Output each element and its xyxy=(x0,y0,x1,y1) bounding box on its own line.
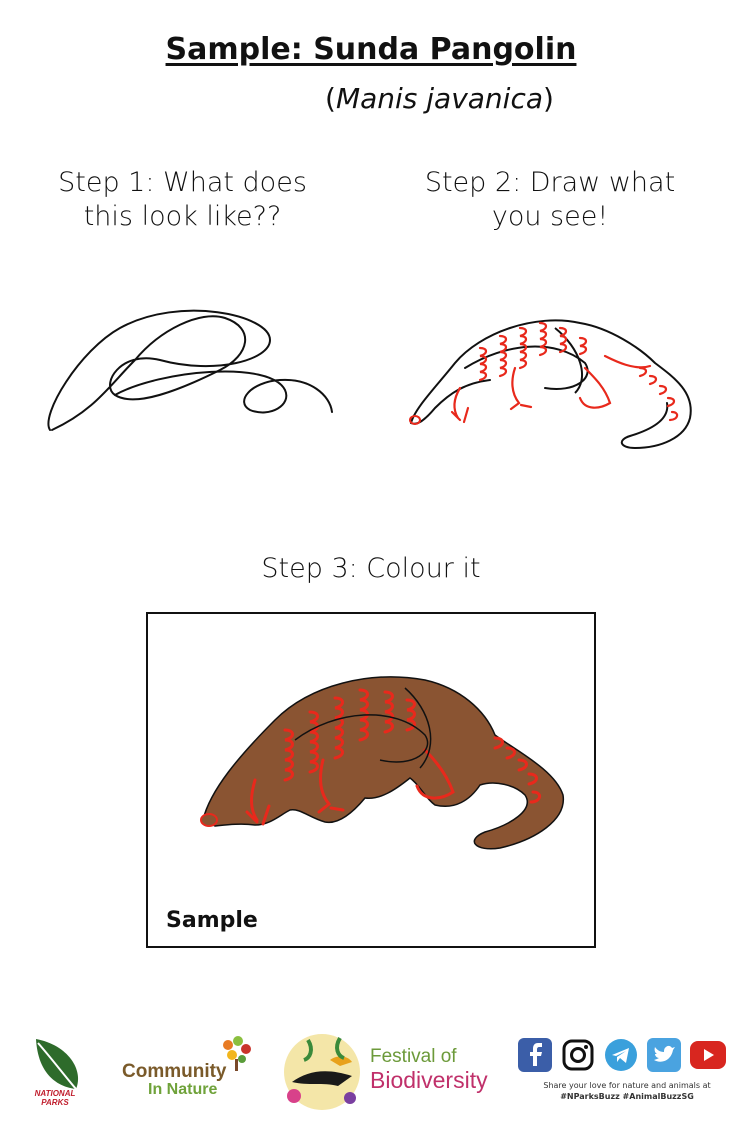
hornbill-icon xyxy=(284,1034,360,1110)
sci-open: ( xyxy=(325,82,336,115)
pangolin-coloured xyxy=(200,676,564,850)
nparks-logo: NATIONAL PARKS xyxy=(28,1035,84,1107)
instagram-icon[interactable] xyxy=(561,1038,595,1072)
youtube-icon[interactable] xyxy=(690,1038,726,1072)
scribble-drawing xyxy=(47,309,333,431)
social-icons xyxy=(518,1038,728,1074)
share-text: Share your love for nature and animals a… xyxy=(543,1081,711,1090)
scientific-name: (Manis javanica) xyxy=(325,82,554,115)
step3-label: Step 3: Colour it xyxy=(261,553,481,584)
leaf-icon xyxy=(36,1039,79,1090)
step2-label: Step 2: Draw what you see! xyxy=(424,167,676,232)
community-line2: In Nature xyxy=(148,1081,218,1098)
sci-close: ) xyxy=(543,82,554,115)
sample-label: Sample xyxy=(166,908,258,933)
festival-logo: Festival of Biodiversity xyxy=(278,1030,508,1115)
festival-line1: Festival of xyxy=(370,1046,457,1067)
twitter-icon[interactable] xyxy=(647,1038,681,1072)
sci-name-text: Manis javanica xyxy=(335,82,544,115)
community-in-nature-logo: Community In Nature xyxy=(120,1035,260,1100)
step1-label: Step 1: What does this look like?? xyxy=(58,167,307,232)
pangolin-lineart xyxy=(409,319,692,450)
page-title: Sample: Sunda Pangolin xyxy=(165,32,577,67)
facebook-icon[interactable] xyxy=(518,1038,552,1072)
hashtags: #NParksBuzz #AnimalBuzzSG xyxy=(560,1092,694,1101)
festival-line2: Biodiversity xyxy=(370,1067,488,1093)
telegram-icon[interactable] xyxy=(604,1038,638,1072)
community-line1: Community xyxy=(122,1061,227,1082)
nparks-text: NATIONAL PARKS xyxy=(34,1089,76,1107)
